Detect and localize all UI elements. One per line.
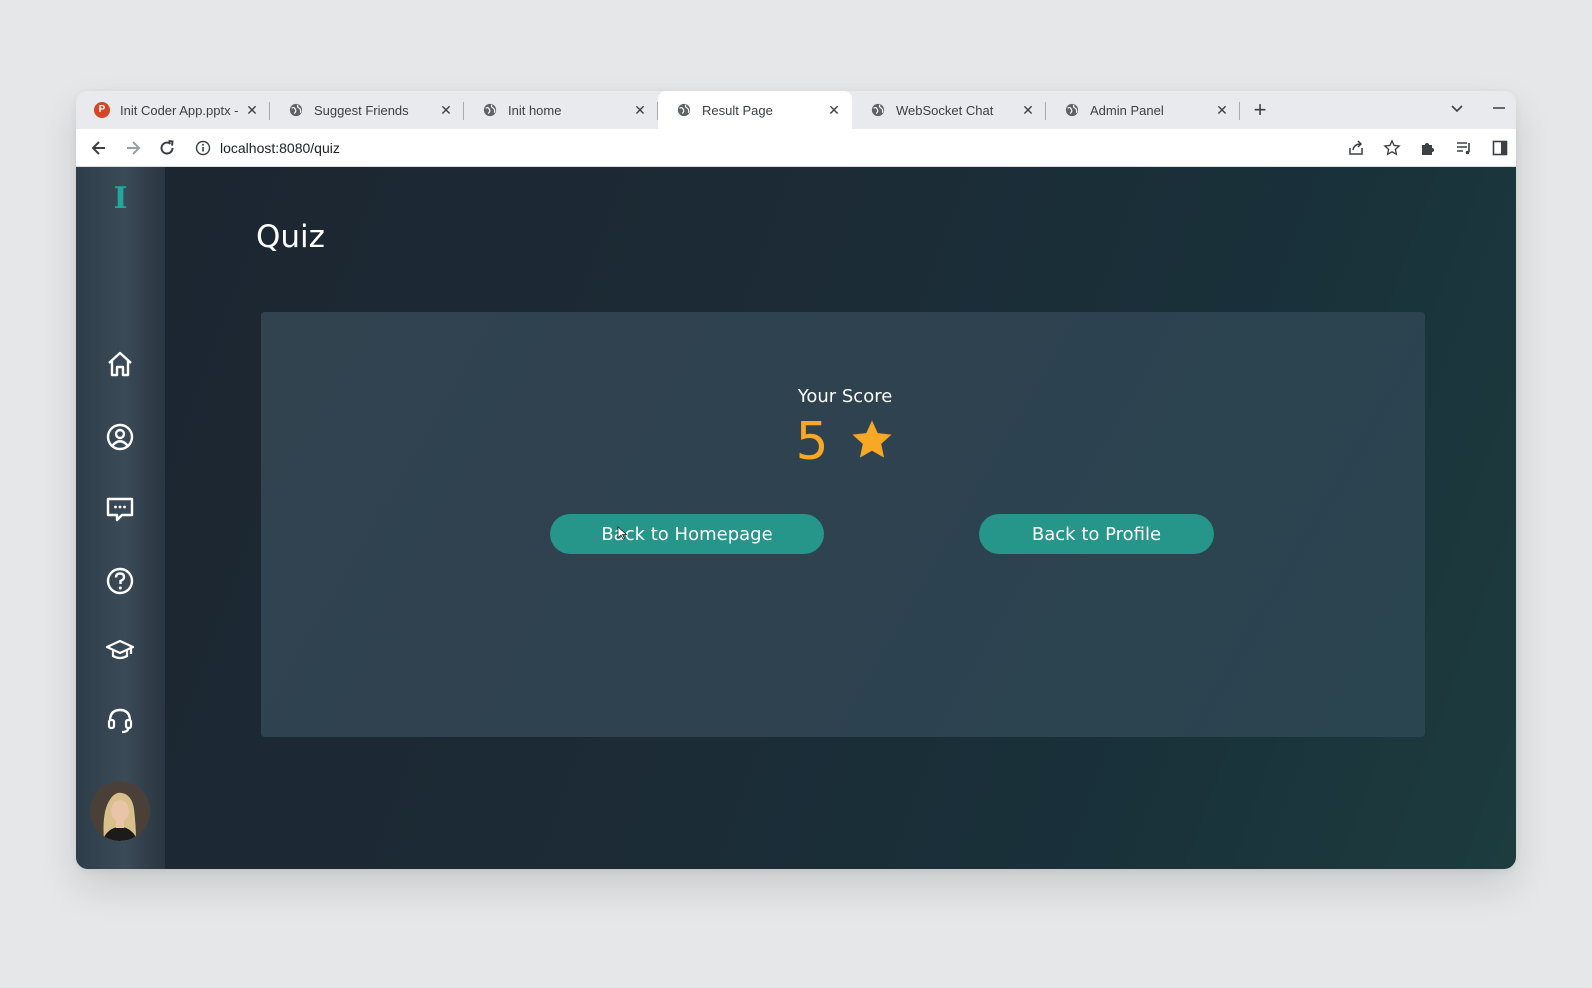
close-icon[interactable]: ✕ — [1214, 102, 1230, 119]
mouse-cursor-icon — [617, 526, 628, 545]
chat-icon[interactable] — [104, 493, 136, 525]
browser-toolbar: localhost:8080/quiz — [76, 129, 1516, 167]
star-icon — [849, 417, 895, 468]
forward-icon[interactable] — [116, 131, 150, 165]
close-icon[interactable]: ✕ — [826, 102, 842, 119]
score-row: 5 — [261, 412, 1425, 472]
bookmark-star-icon[interactable] — [1380, 136, 1404, 160]
minimize-icon[interactable] — [1492, 101, 1506, 120]
back-to-profile-button[interactable]: Back to Profile — [979, 514, 1214, 554]
support-headset-icon[interactable] — [104, 704, 136, 736]
tab-result-page[interactable]: Result Page ✕ — [658, 91, 852, 129]
tab-strip: P Init Coder App.pptx - ✕ Suggest Friend… — [76, 91, 1516, 129]
reload-icon[interactable] — [150, 131, 184, 165]
page-title: Quiz — [256, 219, 325, 255]
globe-icon — [1064, 102, 1080, 118]
tab-admin-panel[interactable]: Admin Panel ✕ — [1046, 91, 1240, 129]
close-icon[interactable]: ✕ — [438, 102, 454, 119]
help-icon[interactable] — [104, 565, 136, 597]
score-label: Your Score — [797, 386, 893, 407]
tab-title: Suggest Friends — [314, 102, 409, 118]
close-icon[interactable]: ✕ — [632, 102, 648, 119]
globe-icon — [288, 102, 304, 118]
globe-icon — [482, 102, 498, 118]
app-logo[interactable]: I — [76, 181, 165, 216]
score-value: 5 — [795, 412, 829, 472]
share-icon[interactable] — [1344, 136, 1368, 160]
back-icon[interactable] — [82, 131, 116, 165]
tab-init-home[interactable]: Init home ✕ — [464, 91, 658, 129]
side-panel-icon[interactable] — [1488, 136, 1512, 160]
tab-search-chevron-icon[interactable] — [1450, 101, 1464, 120]
address-bar[interactable]: localhost:8080/quiz — [192, 133, 1344, 163]
toolbar-actions — [1344, 136, 1516, 160]
site-info-icon[interactable] — [192, 140, 214, 156]
globe-icon — [676, 102, 692, 118]
reading-list-icon[interactable] — [1452, 136, 1476, 160]
globe-icon — [870, 102, 886, 118]
page-content: I Quiz Your Score 5 Back to Homepage Bac… — [76, 167, 1516, 869]
graduation-cap-icon[interactable] — [104, 634, 136, 666]
tab-init-coder-pptx[interactable]: P Init Coder App.pptx - ✕ — [76, 91, 270, 129]
address-text: localhost:8080/quiz — [220, 139, 340, 156]
close-icon[interactable]: ✕ — [244, 102, 260, 119]
tab-title: Init Coder App.pptx - — [120, 102, 239, 118]
extensions-puzzle-icon[interactable] — [1416, 136, 1440, 160]
avatar[interactable] — [90, 781, 150, 841]
browser-window: P Init Coder App.pptx - ✕ Suggest Friend… — [76, 91, 1516, 869]
tab-websocket-chat[interactable]: WebSocket Chat ✕ — [852, 91, 1046, 129]
result-card: Your Score 5 Back to Homepage Back to Pr… — [261, 312, 1425, 737]
back-to-homepage-button[interactable]: Back to Homepage — [550, 514, 824, 554]
window-controls — [1450, 91, 1506, 129]
sidebar: I — [76, 167, 165, 869]
tab-title: WebSocket Chat — [896, 102, 994, 118]
close-icon[interactable]: ✕ — [1020, 102, 1036, 119]
tab-title: Init home — [508, 102, 562, 118]
powerpoint-icon: P — [94, 102, 110, 118]
tab-title: Result Page — [702, 102, 773, 118]
tab-suggest-friends[interactable]: Suggest Friends ✕ — [270, 91, 464, 129]
new-tab-button[interactable]: + — [1240, 91, 1280, 129]
tab-title: Admin Panel — [1090, 102, 1164, 118]
profile-icon[interactable] — [104, 421, 136, 453]
home-icon[interactable] — [104, 348, 136, 380]
